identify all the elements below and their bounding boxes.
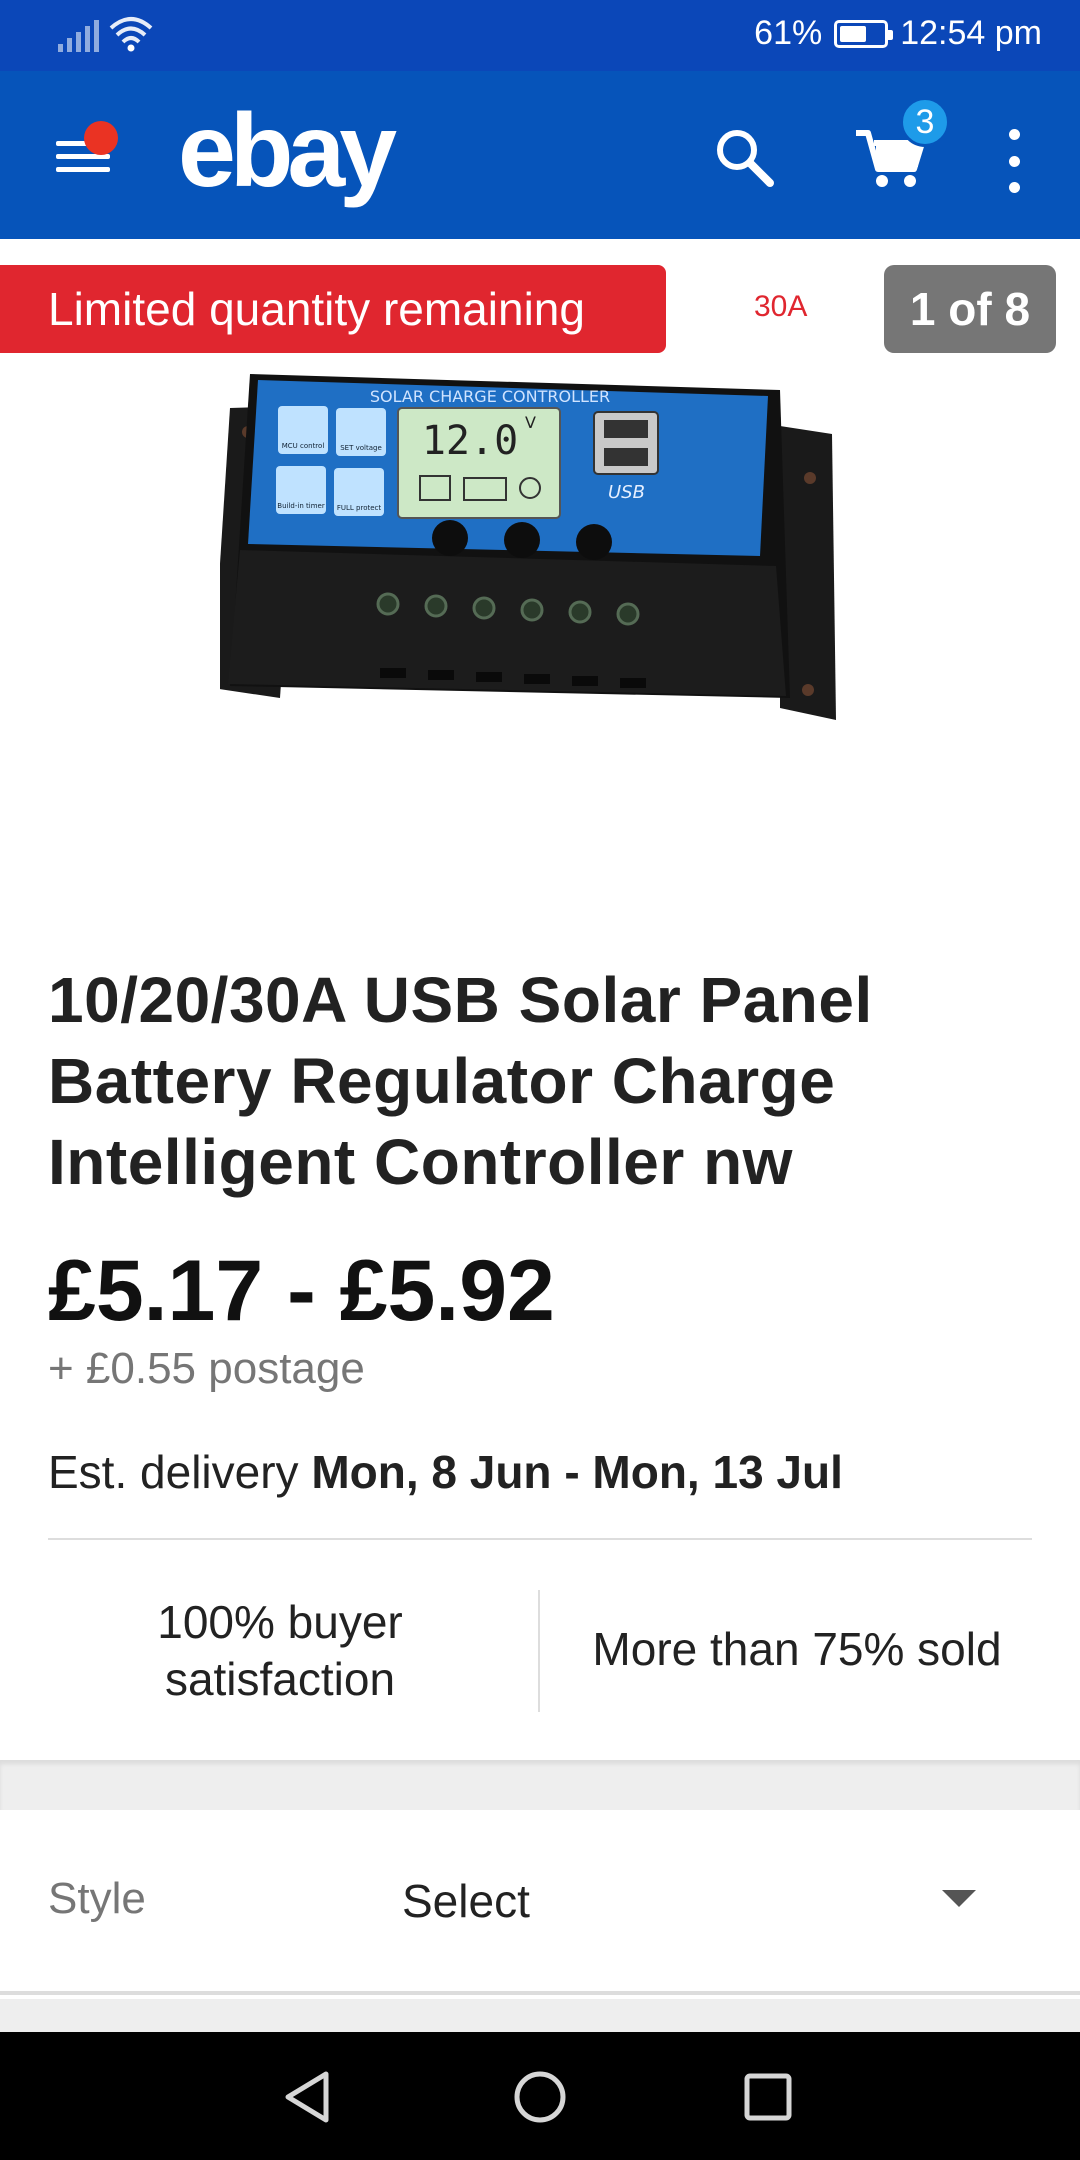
- chevron-down-icon[interactable]: [942, 1890, 976, 1907]
- search-button[interactable]: [710, 123, 780, 193]
- home-icon: [514, 2071, 566, 2123]
- divider: [48, 1538, 1032, 1540]
- back-button[interactable]: [274, 2062, 344, 2132]
- style-select-value[interactable]: Select: [402, 1874, 530, 1928]
- recents-icon: [744, 2073, 792, 2121]
- wifi-icon: [109, 17, 153, 52]
- sold-percentage-stat: More than 75% sold: [592, 1623, 1002, 1675]
- device-badge-set: SET voltage: [340, 444, 382, 452]
- battery-fill: [840, 25, 867, 42]
- device-badge-protect: FULL protect: [337, 504, 382, 512]
- image-counter-badge: 1 of 8: [884, 265, 1056, 353]
- device-badge-timer: Build-in timer: [277, 502, 325, 510]
- signal-icon: [58, 16, 99, 52]
- buyer-satisfaction-stat: 100% buyer satisfaction: [157, 1596, 403, 1705]
- more-vert-icon: [1008, 129, 1020, 140]
- postage-cost: + £0.55 postage: [48, 1344, 365, 1393]
- delivery-label: Est. delivery: [48, 1446, 299, 1498]
- status-icons-left: [58, 16, 153, 52]
- app-bar: ebay 3: [0, 71, 1080, 239]
- item-title: 10/20/30A USB Solar Panel Battery Regula…: [48, 964, 873, 1198]
- variant-label: 30A: [754, 290, 808, 323]
- more-options-button[interactable]: [996, 129, 1032, 193]
- cart-count-badge: 3: [900, 97, 950, 147]
- item-price: £5.17 - £5.92: [48, 1243, 555, 1339]
- delivery-dates: Mon, 8 Jun - Mon, 13 Jul: [311, 1446, 843, 1498]
- style-label: Style: [48, 1874, 146, 1923]
- notification-dot: [84, 121, 118, 155]
- device-header-text: SOLAR CHARGE CONTROLLER: [370, 387, 610, 406]
- recents-button[interactable]: [733, 2062, 803, 2132]
- section-separator: [0, 1760, 1080, 1810]
- ebay-logo[interactable]: ebay: [178, 99, 397, 203]
- stat-divider: [538, 1590, 540, 1712]
- battery-percent: 61%: [754, 14, 823, 52]
- device-usb-label: USB: [608, 482, 645, 503]
- status-icons-right: 61% 12:54 pm: [754, 14, 1042, 53]
- status-bar: 61% 12:54 pm: [0, 0, 1080, 71]
- search-icon: [717, 130, 774, 187]
- device-display-value: 12.0: [422, 418, 518, 464]
- section-separator-bottom: [0, 1999, 1080, 2032]
- back-icon: [285, 2071, 329, 2123]
- device-display-unit: V: [525, 413, 536, 432]
- menu-button[interactable]: [52, 121, 122, 191]
- system-nav-bar: [0, 2032, 1080, 2160]
- estimated-delivery: Est. delivery Mon, 8 Jun - Mon, 13 Jul: [48, 1445, 843, 1499]
- status-time: 12:54 pm: [900, 14, 1042, 52]
- home-button[interactable]: [505, 2062, 575, 2132]
- limited-quantity-badge: Limited quantity remaining: [0, 265, 666, 353]
- battery-icon: [834, 19, 894, 48]
- style-selector[interactable]: Style Select: [0, 1810, 1080, 1995]
- device-badge-mcu: MCU control: [282, 442, 325, 450]
- product-image[interactable]: SOLAR CHARGE CONTROLLER MCU control SET …: [220, 368, 840, 758]
